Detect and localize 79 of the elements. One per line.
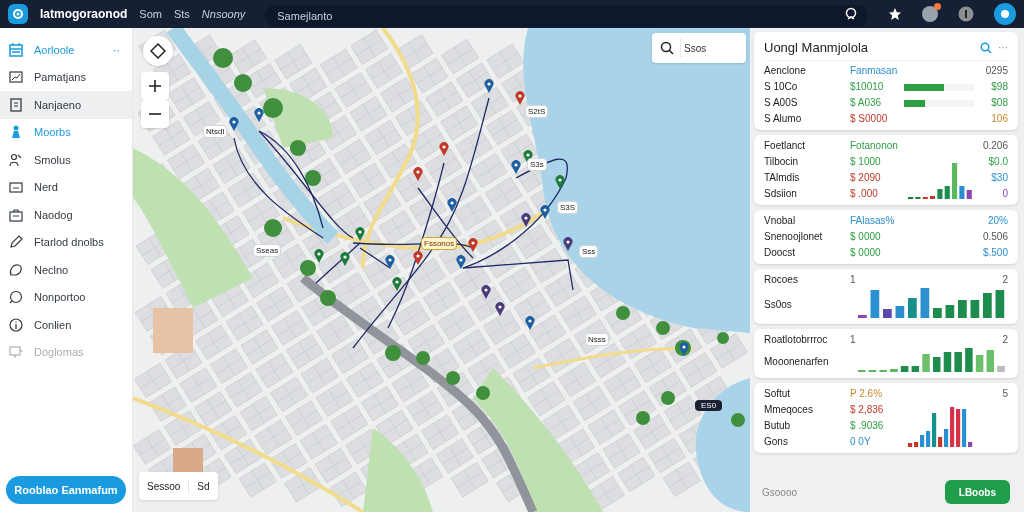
map-label: Sseas bbox=[253, 244, 282, 257]
row-value: $ 0000 bbox=[850, 230, 881, 244]
row-label: Mmeqoces bbox=[764, 403, 813, 417]
map-label: Ntsdl bbox=[203, 125, 228, 138]
row-label: Roatlotobrrroc bbox=[764, 333, 828, 347]
map-label: S2tS bbox=[525, 105, 549, 118]
row-reading: $0.0 bbox=[988, 155, 1008, 169]
row-value: $ 2090 bbox=[850, 171, 881, 185]
row-value: $ 1000 bbox=[850, 155, 881, 169]
row-reading: 2 bbox=[1002, 333, 1008, 347]
row-reading: 0 bbox=[1002, 187, 1008, 201]
sidebar-item[interactable]: Ftarlod dnolbs bbox=[0, 228, 132, 256]
map-label: Nsss bbox=[585, 333, 609, 346]
map-label: S3s bbox=[527, 158, 547, 171]
sidebar-item[interactable]: Nerd bbox=[0, 173, 132, 201]
row-reading: 106 bbox=[991, 112, 1008, 126]
row-label: Ss0os bbox=[764, 297, 792, 312]
row-label: Snenoojlonet bbox=[764, 230, 823, 244]
row-value: P 2.6% bbox=[850, 387, 883, 401]
row-value: 1 bbox=[850, 333, 856, 347]
footer-text: Gsoooo bbox=[762, 485, 798, 500]
row-label: Softut bbox=[764, 387, 791, 401]
row-label: Butub bbox=[764, 419, 791, 433]
sidebar-item[interactable]: Nonportoo bbox=[0, 283, 132, 311]
scale-text: Sd bbox=[188, 478, 218, 494]
row-reading: $98 bbox=[991, 80, 1008, 94]
nav-link[interactable]: Som bbox=[139, 5, 162, 23]
row-label: Vnobal bbox=[764, 214, 796, 228]
row-value: $10010 bbox=[850, 80, 884, 94]
row-value: Fotanonon bbox=[850, 139, 898, 153]
row-label: S 10Co bbox=[764, 80, 798, 94]
row-label: Tilbocin bbox=[764, 155, 799, 169]
row-label: Foetlanct bbox=[764, 139, 806, 153]
row-label: Aenclone bbox=[764, 64, 806, 78]
row-reading: 0295 bbox=[985, 64, 1008, 78]
row-reading: 5 bbox=[1002, 387, 1008, 401]
row-value: 1 bbox=[850, 273, 856, 287]
row-reading: 20% bbox=[988, 214, 1008, 228]
sidebar-item[interactable]: Conlien bbox=[0, 311, 132, 339]
row-value: $ 0000 bbox=[850, 246, 881, 260]
map-label: Fssonos bbox=[421, 237, 458, 250]
row-reading: $08 bbox=[991, 96, 1008, 110]
row-reading: $.500 bbox=[982, 246, 1008, 260]
row-reading: 2 bbox=[1002, 273, 1008, 287]
row-value: FAlasas% bbox=[850, 214, 895, 228]
row-reading: $30 bbox=[991, 171, 1008, 185]
sidebar-item[interactable]: Neclno bbox=[0, 256, 132, 284]
sidebar-item[interactable]: Smolus bbox=[0, 146, 132, 174]
row-reading: 0.506 bbox=[982, 230, 1008, 244]
sidebar-item[interactable]: Pamatjans bbox=[0, 63, 132, 91]
row-value: 0 0Y bbox=[850, 435, 871, 449]
panel-title: Uongl Manmjolola bbox=[764, 38, 870, 57]
map-label: Sss bbox=[579, 245, 599, 258]
sidebar-item[interactable]: Naodog bbox=[0, 201, 132, 229]
nav-link[interactable]: Nnsoony bbox=[201, 5, 246, 23]
row-value: Fanmasan bbox=[850, 64, 898, 78]
row-value: $ A036 bbox=[850, 96, 882, 110]
map-search-field[interactable]: Ssos bbox=[652, 33, 746, 63]
sidebar-item[interactable]: Nanjaeno bbox=[0, 91, 132, 119]
row-value: $ S0000 bbox=[850, 112, 888, 126]
row-label: Gons bbox=[764, 435, 788, 449]
row-label: Sdsiion bbox=[764, 187, 797, 201]
row-value: $ 2,836 bbox=[850, 403, 884, 417]
app-title: Iatmogoraonod bbox=[40, 6, 128, 23]
nav-link[interactable]: Sts bbox=[173, 5, 190, 23]
row-label: S Alumo bbox=[764, 112, 802, 126]
row-label: Rocoes bbox=[764, 273, 798, 287]
row-reading: 0.206 bbox=[982, 139, 1008, 153]
row-label: TAlmdis bbox=[764, 171, 800, 185]
row-value: $ .9036 bbox=[850, 419, 884, 433]
row-value: $ .000 bbox=[850, 187, 878, 201]
row-label: S A00S bbox=[764, 96, 798, 110]
map-label: ES0 bbox=[695, 400, 723, 411]
row-label: Doocst bbox=[764, 246, 796, 260]
scale-text: Sessoo bbox=[146, 479, 182, 494]
more-icon[interactable]: ··· bbox=[998, 40, 1008, 55]
row-label: Mooonenarfen bbox=[764, 354, 829, 369]
map-label: S3S bbox=[557, 201, 579, 214]
search-field[interactable]: Samejlanto bbox=[265, 5, 868, 27]
